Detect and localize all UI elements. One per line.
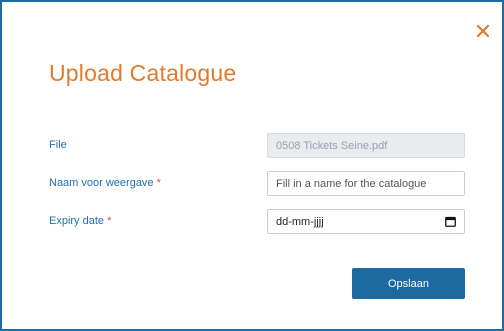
display-name-label: Naam voor weergave *	[49, 177, 161, 189]
close-icon	[476, 24, 490, 38]
required-marker: *	[107, 215, 112, 227]
display-name-input[interactable]: Fill in a name for the catalogue	[267, 171, 465, 196]
save-button[interactable]: Opslaan	[352, 268, 465, 299]
upload-catalogue-dialog: Upload Catalogue File 0508 Tickets Seine…	[0, 0, 504, 331]
display-name-label-text: Naam voor weergave	[49, 177, 154, 189]
file-label-text: File	[49, 139, 67, 151]
expiry-date-value: dd-mm-jjjj	[276, 215, 324, 228]
display-name-placeholder: Fill in a name for the catalogue	[276, 177, 427, 190]
required-marker: *	[156, 177, 161, 189]
file-value: 0508 Tickets Seine.pdf	[276, 139, 388, 152]
file-label: File	[49, 139, 67, 151]
expiry-date-label: Expiry date *	[49, 215, 111, 227]
expiry-date-label-text: Expiry date	[49, 215, 105, 227]
expiry-date-input[interactable]: dd-mm-jjjj	[267, 209, 465, 234]
dialog-title: Upload Catalogue	[49, 60, 237, 86]
close-button[interactable]	[474, 22, 492, 40]
file-field: 0508 Tickets Seine.pdf	[267, 133, 465, 158]
calendar-icon[interactable]	[445, 216, 456, 227]
